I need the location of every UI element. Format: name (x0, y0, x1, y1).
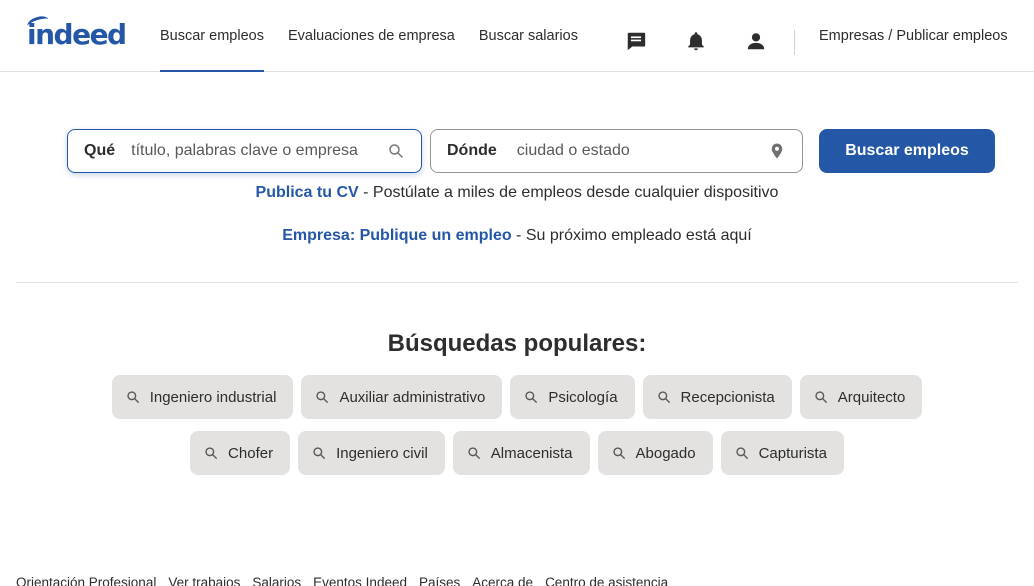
popular-chip[interactable]: Recepcionista (642, 375, 792, 419)
search-icon (313, 447, 326, 459)
chip-label: Capturista (758, 444, 827, 462)
promo-cv-text: - Postúlate a miles de empleos desde cua… (358, 184, 779, 201)
popular-chip[interactable]: Arquitecto (799, 375, 923, 419)
chip-label: Abogado (635, 444, 696, 462)
popular-chip[interactable]: Psicología (510, 375, 635, 419)
header-divider (794, 30, 795, 55)
popular-searches-title: Búsquedas populares: (387, 330, 647, 357)
footer-link-asistencia[interactable]: Centro de asistencia (545, 575, 668, 586)
indeed-logo[interactable]: indeed (25, 13, 127, 53)
search-icon (657, 391, 670, 403)
chip-label: Almacenista (490, 444, 573, 462)
footer-link-orientacion[interactable]: Orientación Profesional (16, 575, 156, 586)
search-icon (316, 391, 329, 403)
popular-chip[interactable]: Almacenista (452, 431, 590, 475)
popular-row-1: Ingeniero industrial Auxiliar administra… (0, 375, 1034, 419)
popular-chip[interactable]: Abogado (597, 431, 713, 475)
nav-evaluaciones-empresa[interactable]: Evaluaciones de empresa (288, 0, 455, 72)
footer-links: Orientación Profesional Ver trabajos Sal… (16, 575, 680, 586)
search-icon (525, 391, 538, 403)
section-divider (16, 282, 1018, 283)
footer-link-ver-trabajos[interactable]: Ver trabajos (168, 575, 240, 586)
what-search-box[interactable]: Qué (67, 129, 422, 173)
search-icon (205, 447, 217, 459)
nav-buscar-empleos[interactable]: Buscar empleos (160, 0, 264, 72)
top-header: indeed Buscar empleos Evaluaciones de em… (0, 0, 1034, 72)
post-job-link[interactable]: Empresa: Publique un empleo (282, 227, 511, 244)
main-nav: Buscar empleos Evaluaciones de empresa B… (160, 0, 602, 72)
bell-icon[interactable] (685, 30, 707, 52)
where-label: Dónde (447, 142, 497, 159)
footer-link-eventos[interactable]: Eventos Indeed (313, 575, 407, 586)
where-input[interactable] (516, 142, 768, 160)
footer-link-paises[interactable]: Países (419, 575, 460, 586)
nav-buscar-salarios[interactable]: Buscar salarios (479, 0, 578, 72)
where-search-box[interactable]: Dónde (430, 129, 803, 173)
chip-label: Psicología (548, 388, 618, 406)
search-icon (612, 447, 625, 459)
user-icon[interactable] (745, 30, 767, 52)
chip-label: Ingeniero industrial (149, 388, 277, 406)
chip-label: Auxiliar administrativo (339, 388, 486, 406)
popular-chip[interactable]: Auxiliar administrativo (301, 375, 503, 419)
chip-label: Chofer (228, 444, 274, 462)
footer-link-acerca[interactable]: Acerca de (472, 575, 533, 586)
popular-chip[interactable]: Capturista (720, 431, 844, 475)
chip-label: Recepcionista (680, 388, 775, 406)
promo-employer-text: - Su próximo empleado está aquí (511, 227, 752, 244)
chip-label: Arquitecto (837, 388, 906, 406)
popular-chip[interactable]: Chofer (190, 431, 291, 475)
what-label: Qué (84, 142, 116, 159)
employers-link[interactable]: Empresas / Publicar empleos (819, 0, 1008, 72)
popular-chip[interactable]: Ingeniero civil (298, 431, 445, 475)
chip-label: Ingeniero civil (336, 444, 428, 462)
popular-row-2: Chofer Ingeniero civil Almacenista Aboga… (0, 431, 1034, 475)
publish-cv-link[interactable]: Publica tu CV (256, 184, 359, 201)
promo-employer: Empresa: Publique un empleo - Su próximo… (0, 227, 1034, 245)
search-icon (735, 447, 748, 459)
search-icon (127, 391, 139, 403)
search-jobs-button[interactable]: Buscar empleos (819, 129, 995, 173)
search-icon (468, 447, 480, 459)
promo-cv: Publica tu CV - Postúlate a miles de emp… (0, 184, 1034, 202)
search-icon (389, 144, 403, 158)
footer-link-salarios[interactable]: Salarios (252, 575, 301, 586)
location-pin-icon (771, 143, 783, 159)
search-icon (815, 391, 827, 403)
what-input[interactable] (131, 142, 387, 160)
popular-chip[interactable]: Ingeniero industrial (111, 375, 294, 419)
message-icon[interactable] (625, 30, 647, 52)
